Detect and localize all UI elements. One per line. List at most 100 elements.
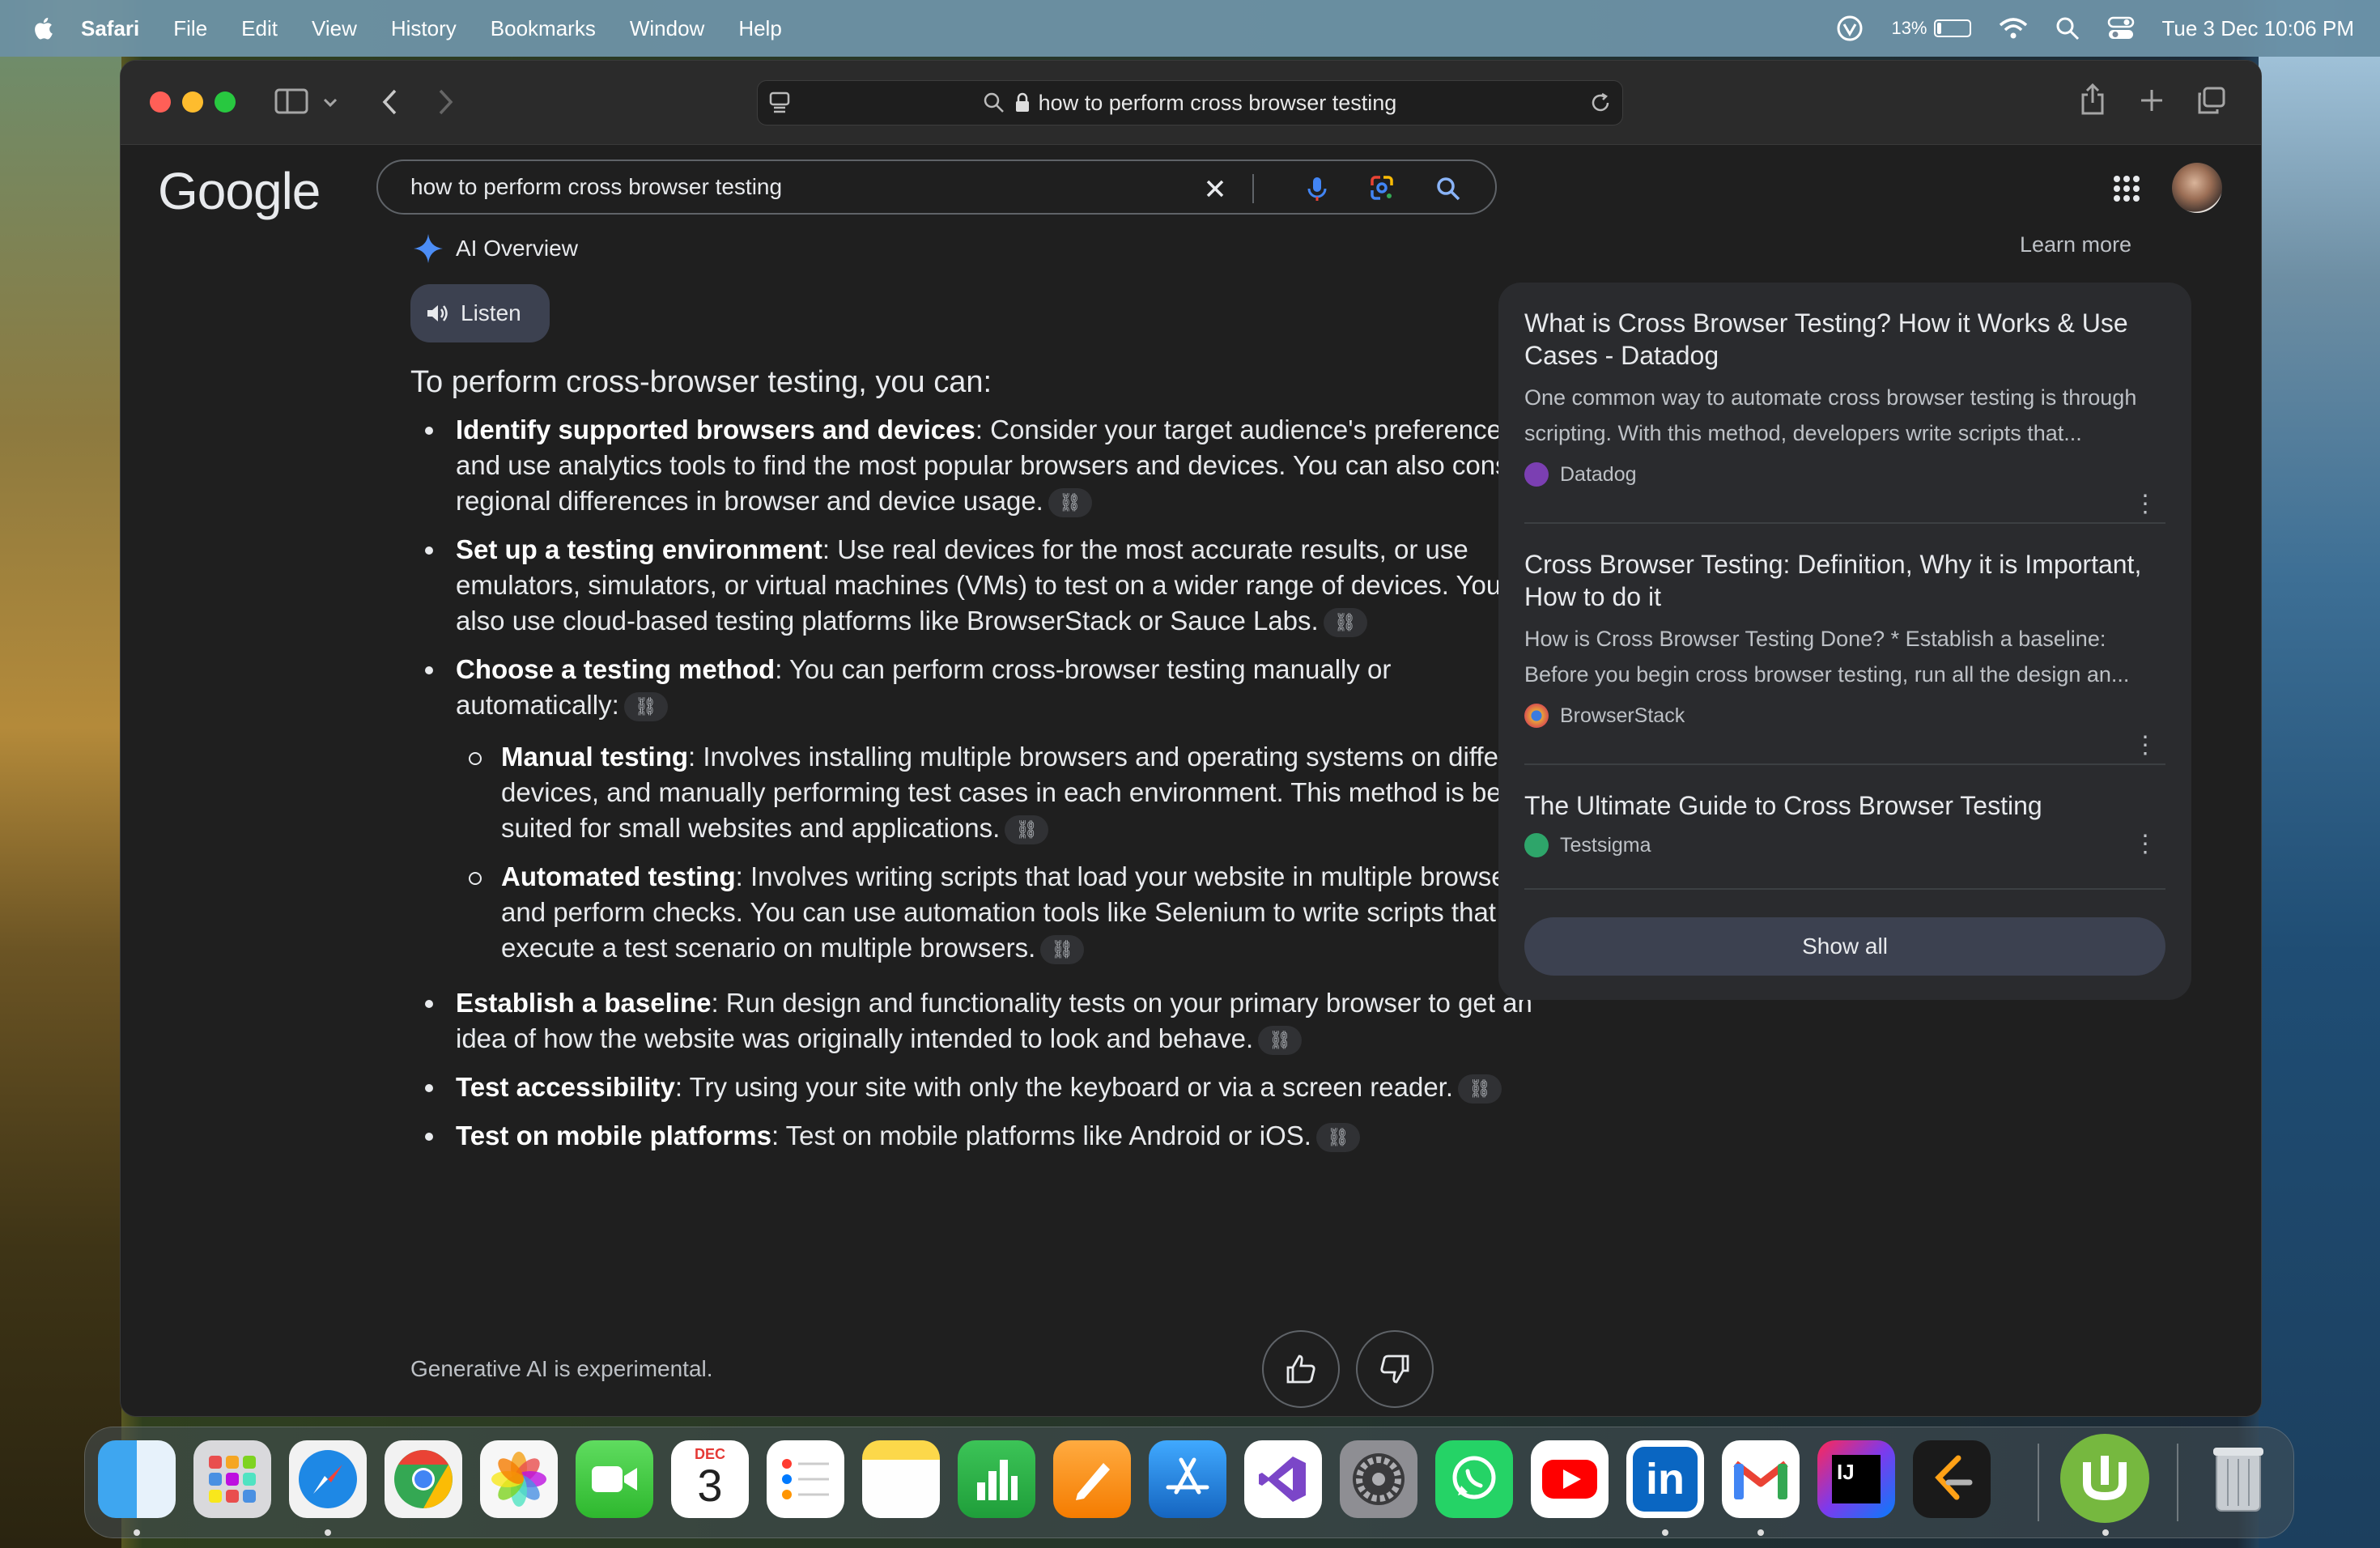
- dock-separator: [2038, 1444, 2039, 1521]
- wifi-icon[interactable]: [1999, 17, 2028, 40]
- facetime-icon[interactable]: [576, 1440, 653, 1518]
- youtube-icon[interactable]: [1531, 1440, 1609, 1518]
- linkedin-icon[interactable]: in: [1626, 1440, 1704, 1518]
- menu-file[interactable]: File: [173, 16, 207, 41]
- intellij-icon[interactable]: IJ: [1817, 1440, 1895, 1518]
- control-center-icon[interactable]: [2107, 16, 2135, 40]
- apple-menu-icon[interactable]: [32, 16, 53, 40]
- menu-safari[interactable]: Safari: [81, 16, 139, 41]
- source-link-icon[interactable]: ⛓: [1315, 1123, 1360, 1153]
- source-title[interactable]: Cross Browser Testing: Definition, Why i…: [1524, 548, 2165, 613]
- source-title[interactable]: What is Cross Browser Testing? How it Wo…: [1524, 307, 2165, 372]
- source-card[interactable]: The Ultimate Guide to Cross Browser Test…: [1524, 789, 2165, 857]
- menubar-clock[interactable]: Tue 3 Dec 10:06 PM: [2162, 16, 2355, 41]
- search-input[interactable]: [410, 174, 1188, 200]
- search-submit-icon[interactable]: [1429, 169, 1468, 208]
- thumbs-up-button[interactable]: [1262, 1330, 1340, 1408]
- visual-studio-icon[interactable]: [1244, 1440, 1322, 1518]
- thumbs-down-button[interactable]: [1356, 1330, 1434, 1408]
- show-all-button[interactable]: Show all: [1524, 917, 2165, 976]
- photos-icon[interactable]: [480, 1440, 558, 1518]
- battery-icon: [1933, 19, 1971, 37]
- list-item: Choose a testing method: You can perform…: [410, 652, 1560, 966]
- reminders-icon[interactable]: [767, 1440, 844, 1518]
- battery-status[interactable]: 13%: [1891, 18, 1971, 39]
- voice-search-icon[interactable]: [1298, 169, 1337, 208]
- more-options-icon[interactable]: ⋮: [2133, 490, 2157, 518]
- gmail-icon[interactable]: [1722, 1440, 1800, 1518]
- account-avatar[interactable]: [2172, 163, 2222, 213]
- launchpad-icon[interactable]: [193, 1440, 271, 1518]
- safari-icon[interactable]: [289, 1440, 367, 1518]
- list-item: Set up a testing environment: Use real d…: [410, 532, 1560, 639]
- system-settings-icon[interactable]: [1340, 1440, 1417, 1518]
- menu-window[interactable]: Window: [630, 16, 704, 41]
- source-separator: [1524, 522, 2165, 524]
- menu-help[interactable]: Help: [738, 16, 781, 41]
- dock: DEC 3 in IJ: [84, 1427, 2294, 1538]
- finder-icon[interactable]: [98, 1440, 176, 1518]
- app-store-icon[interactable]: [1149, 1440, 1226, 1518]
- reload-icon[interactable]: [1590, 92, 1611, 113]
- more-options-icon[interactable]: ⋮: [2133, 830, 2157, 858]
- source-link-icon[interactable]: ⛓: [1040, 935, 1085, 965]
- trash-icon[interactable]: [2199, 1440, 2277, 1518]
- google-search-box[interactable]: [376, 159, 1497, 215]
- forward-button[interactable]: [438, 88, 454, 116]
- source-card[interactable]: Cross Browser Testing: Definition, Why i…: [1524, 548, 2165, 759]
- learn-more-link[interactable]: Learn more: [2020, 232, 2131, 257]
- source-site-name: Testsigma: [1560, 833, 1651, 857]
- pages-icon[interactable]: [1053, 1440, 1131, 1518]
- source-link-icon[interactable]: ⛓: [1048, 488, 1092, 518]
- testsigma-favicon-icon: [1524, 833, 1549, 857]
- listen-label: Listen: [461, 300, 521, 325]
- menu-bookmarks[interactable]: Bookmarks: [491, 16, 596, 41]
- google-logo[interactable]: Google: [158, 161, 321, 221]
- sidebar-toggle-icon[interactable]: [274, 87, 308, 116]
- back-button[interactable]: [381, 88, 397, 116]
- list-item-text: : Try using your site with only the keyb…: [674, 1072, 1454, 1102]
- listen-button[interactable]: Listen: [410, 284, 550, 342]
- tab-overview-icon[interactable]: [2196, 87, 2225, 114]
- source-site: BrowserStack: [1524, 704, 2165, 728]
- chevron-down-icon[interactable]: [323, 98, 338, 108]
- list-item-title: Test accessibility: [456, 1072, 675, 1102]
- share-icon[interactable]: [2080, 83, 2106, 116]
- leetcode-icon[interactable]: [1913, 1440, 1991, 1518]
- new-tab-icon[interactable]: [2140, 88, 2164, 113]
- source-link-icon[interactable]: ⛓: [1323, 608, 1367, 638]
- clear-search-icon[interactable]: [1196, 169, 1235, 208]
- source-link-icon[interactable]: ⛓: [1258, 1026, 1303, 1056]
- source-title[interactable]: The Ultimate Guide to Cross Browser Test…: [1524, 789, 2165, 822]
- more-options-icon[interactable]: ⋮: [2133, 731, 2157, 759]
- safari-window: how to perform cross browser testing Goo…: [120, 60, 2262, 1417]
- battery-percent: 13%: [1891, 18, 1927, 38]
- vpn-status-icon[interactable]: [1836, 15, 1864, 42]
- source-separator: [1524, 763, 2165, 765]
- menu-history[interactable]: History: [391, 16, 457, 41]
- page-menu-icon[interactable]: [769, 91, 790, 114]
- address-bar[interactable]: how to perform cross browser testing: [757, 80, 1623, 125]
- chrome-icon[interactable]: [385, 1440, 462, 1518]
- running-indicator: [134, 1529, 140, 1536]
- zoom-window-button[interactable]: [215, 91, 236, 113]
- source-separator: [1524, 888, 2165, 890]
- whatsapp-icon[interactable]: [1435, 1440, 1513, 1518]
- source-link-icon[interactable]: ⛓: [1458, 1074, 1502, 1104]
- utorrent-icon[interactable]: [2060, 1434, 2149, 1523]
- source-link-icon[interactable]: ⛓: [1005, 815, 1049, 845]
- source-card[interactable]: What is Cross Browser Testing? How it Wo…: [1524, 307, 2165, 517]
- notes-icon[interactable]: [862, 1440, 940, 1518]
- calendar-icon[interactable]: DEC 3: [671, 1440, 749, 1518]
- ai-overview-title: AI Overview: [456, 236, 578, 261]
- minimize-window-button[interactable]: [182, 91, 203, 113]
- menu-edit[interactable]: Edit: [241, 16, 278, 41]
- menu-view[interactable]: View: [312, 16, 357, 41]
- close-window-button[interactable]: [150, 91, 171, 113]
- google-lens-icon[interactable]: [1362, 169, 1401, 208]
- spotlight-search-icon[interactable]: [2055, 16, 2080, 40]
- google-apps-icon[interactable]: [2110, 172, 2143, 205]
- source-link-icon[interactable]: ⛓: [623, 692, 668, 722]
- safari-toolbar: how to perform cross browser testing: [121, 61, 2261, 145]
- numbers-icon[interactable]: [958, 1440, 1035, 1518]
